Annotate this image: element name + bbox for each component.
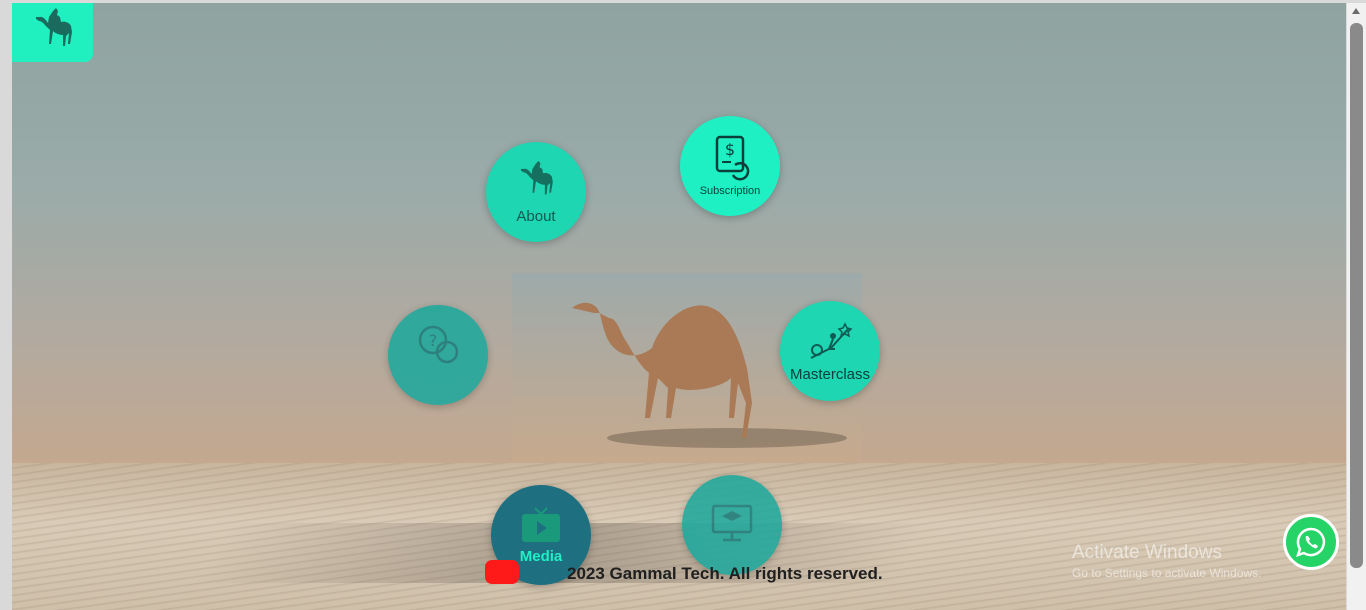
logo-button[interactable] (12, 3, 93, 62)
masterclass-button[interactable]: Masterclass (780, 301, 880, 401)
camel-icon (520, 160, 553, 194)
chat-question-icon: ? (418, 325, 459, 363)
activate-subtitle: Go to Settings to activate Windows. (1072, 566, 1262, 580)
subscription-label: Subscription (699, 185, 761, 197)
about-label: About (516, 207, 556, 225)
footer-copyright: 2023 Gammal Tech. All rights reserved. (567, 564, 883, 583)
invoice-refresh-icon: $ (715, 135, 750, 181)
online-course-icon (711, 504, 753, 542)
svg-text:?: ? (429, 331, 438, 350)
climbing-goal-icon (810, 321, 853, 359)
activate-windows-watermark: Activate Windows Go to Settings to activ… (1072, 542, 1261, 580)
tv-play-icon (522, 506, 560, 542)
about-button[interactable]: About (486, 142, 586, 242)
whatsapp-button[interactable] (1283, 514, 1339, 570)
courses-button[interactable] (682, 475, 782, 575)
camel-icon (35, 7, 72, 46)
whatsapp-icon (1296, 527, 1326, 557)
media-label: Media (519, 547, 563, 565)
scroll-thumb[interactable] (1350, 23, 1363, 568)
scroll-up-icon[interactable] (1352, 8, 1360, 14)
masterclass-label: Masterclass (789, 365, 871, 383)
help-label: Help (422, 369, 454, 387)
page-frame: About $ Subscription ? Help Masterclass (12, 3, 1346, 610)
activate-title: Activate Windows (1072, 542, 1222, 563)
subscription-button[interactable]: $ Subscription (680, 116, 780, 216)
vertical-scrollbar[interactable] (1347, 3, 1366, 610)
youtube-icon[interactable] (485, 560, 519, 584)
help-button[interactable]: ? Help (388, 305, 488, 405)
svg-text:$: $ (725, 140, 735, 159)
